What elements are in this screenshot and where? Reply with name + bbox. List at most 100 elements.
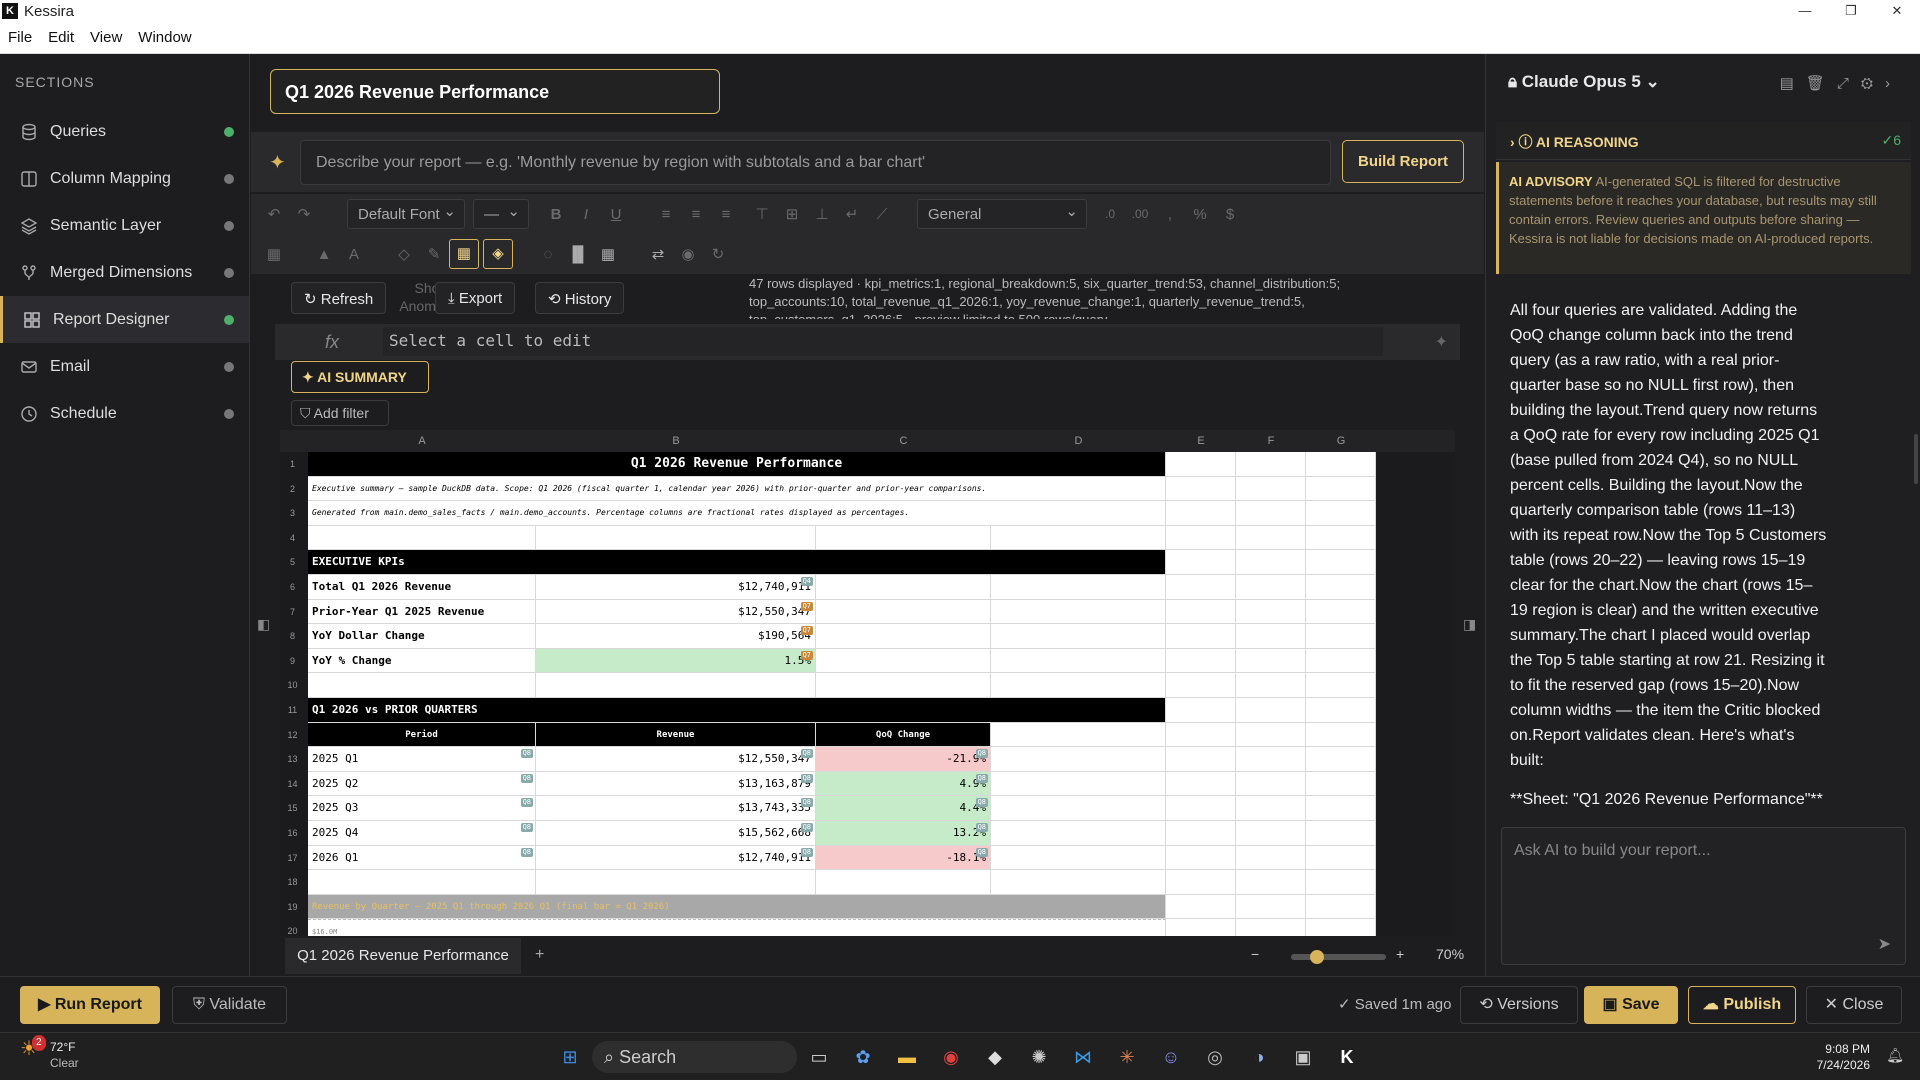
col-header-f[interactable]: F	[1236, 435, 1306, 447]
publish-button[interactable]: ☁ Publish	[1688, 986, 1796, 1024]
sheet-cell[interactable]	[991, 599, 1166, 625]
sheet-cell[interactable]: $13,163,879 Q8	[536, 771, 816, 797]
row-number[interactable]: 15	[280, 796, 305, 821]
sheet-cell[interactable]: 4.4% Q8	[816, 796, 991, 821]
row-number[interactable]: 14	[280, 772, 305, 797]
validate-button[interactable]: ⛨ Validate	[172, 986, 287, 1024]
sheet-cell[interactable]	[1166, 673, 1236, 698]
row-number[interactable]: 6	[280, 575, 305, 600]
kessira-taskbar-icon[interactable]: K	[1325, 1041, 1369, 1073]
sheet-cell[interactable]: 2025 Q2 Q8	[308, 771, 536, 797]
spreadsheet[interactable]: A B C D E F G 1 Q1 2026 Revenue Performan…	[280, 430, 1455, 936]
close-window-icon[interactable]: ✕	[1874, 0, 1920, 22]
collapse-right-icon[interactable]: ◨	[1463, 616, 1476, 633]
row-number[interactable]: 5	[280, 550, 305, 575]
row-number[interactable]: 2	[280, 477, 305, 502]
sheet-cell[interactable]	[1306, 624, 1376, 649]
sheet-cell[interactable]	[816, 575, 991, 600]
sheet-cell[interactable]	[991, 870, 1166, 895]
sheet-cell[interactable]	[1306, 698, 1376, 723]
menu-view[interactable]: View	[82, 29, 130, 46]
row-number[interactable]: 11	[280, 698, 305, 723]
sheet-cell[interactable]	[991, 525, 1166, 551]
trash-icon[interactable]: 🗑︎	[1806, 75, 1837, 92]
sheet-cell[interactable]	[991, 575, 1166, 600]
chevron-right-icon[interactable]: ›	[1885, 75, 1902, 92]
valign-top-icon[interactable]: ⊤	[747, 205, 777, 223]
zoom-out-icon[interactable]: −	[1251, 946, 1259, 962]
sidebar-item-email[interactable]: Email	[0, 343, 249, 390]
col-header-d[interactable]: D	[991, 435, 1166, 447]
model-selector[interactable]: 🔒︎ Claude Opus 5 ⌄	[1508, 72, 1660, 92]
sheet-cell[interactable]	[816, 673, 991, 698]
save-button[interactable]: ▣ Save	[1584, 986, 1678, 1024]
sheet-cell[interactable]	[1166, 648, 1236, 674]
sparkle-icon[interactable]: ✦	[1435, 332, 1448, 352]
swap-icon[interactable]: ⇄	[643, 245, 673, 263]
sheet-cell[interactable]	[1166, 525, 1236, 551]
sheet-cell[interactable]	[1236, 845, 1306, 871]
pivot-icon[interactable]: ▦	[593, 245, 623, 263]
document-icon[interactable]: ▤	[1780, 75, 1806, 92]
sheet-cell[interactable]	[1236, 771, 1306, 797]
row-number[interactable]: 8	[280, 624, 305, 649]
sidebar-item-column-mapping[interactable]: Column Mapping	[0, 155, 249, 202]
claude-icon[interactable]: ✳	[1105, 1041, 1149, 1073]
zoom-slider-knob[interactable]	[1310, 950, 1324, 964]
sheet-cell[interactable]	[991, 722, 1166, 748]
chrome-icon[interactable]: ◉	[929, 1041, 973, 1073]
zoom-in-icon[interactable]: +	[1396, 946, 1404, 962]
sidebar-item-semantic-layer[interactable]: Semantic Layer	[0, 202, 249, 249]
row-number[interactable]: 7	[280, 600, 305, 625]
sheet-cell[interactable]	[1236, 452, 1306, 477]
sidebar-item-queries[interactable]: Queries	[0, 108, 249, 155]
sheet-cell[interactable]	[1236, 722, 1306, 748]
sheet-cell[interactable]	[1236, 476, 1306, 502]
sheet-cell[interactable]: Total Q1 2026 Revenue	[308, 575, 536, 600]
row-number[interactable]: 3	[280, 501, 305, 526]
sheet-cell[interactable]: Period	[308, 722, 536, 748]
sheet-cell[interactable]	[1236, 550, 1306, 575]
currency-icon[interactable]: $	[1215, 206, 1245, 223]
assistant-icon[interactable]: ◑	[1237, 1041, 1281, 1073]
tag-icon[interactable]: ◈	[483, 239, 513, 269]
sheet-cell[interactable]	[1306, 648, 1376, 674]
sheet-cell[interactable]: -18.1% Q8	[816, 845, 991, 871]
sheet-cell[interactable]	[816, 525, 991, 551]
file-explorer-icon[interactable]: ▬	[885, 1041, 929, 1073]
task-view-icon[interactable]: ▭	[797, 1041, 841, 1073]
vscode-icon[interactable]: ⋈	[1061, 1041, 1105, 1073]
sheet-cell[interactable]	[816, 648, 991, 674]
sheet-cell[interactable]	[308, 673, 536, 698]
row-number[interactable]: 10	[280, 673, 305, 698]
sheet-cell[interactable]	[1166, 452, 1236, 477]
maximize-icon[interactable]: ❐	[1828, 0, 1874, 22]
sheet-cell[interactable]: 1.5% Q7	[536, 648, 816, 674]
ai-reasoning-toggle[interactable]: › ⓘ AI REASONING ✓6	[1496, 122, 1911, 160]
sheet-cell[interactable]	[1166, 624, 1236, 649]
font-select[interactable]: Default Font	[347, 199, 465, 229]
sheet-cell[interactable]: $12,740,911 Q8	[536, 845, 816, 871]
row-number[interactable]: 18	[280, 870, 305, 895]
sheet-cell[interactable]	[1166, 575, 1236, 600]
formula-input[interactable]: Select a cell to edit	[383, 327, 1383, 356]
sheet-cell[interactable]: Revenue by Quarter — 2025 Q1 through 202…	[308, 894, 1166, 920]
report-prompt-input[interactable]: Describe your report — e.g. 'Monthly rev…	[300, 140, 1331, 185]
panel-scrollbar[interactable]	[1914, 434, 1918, 484]
col-header-e[interactable]: E	[1166, 435, 1236, 447]
align-left-icon[interactable]: ≡	[651, 206, 681, 223]
row-number[interactable]: 12	[280, 723, 305, 748]
sheet-cell[interactable]	[1306, 919, 1376, 936]
sheet-cell[interactable]: Generated from main.demo_sales_facts / m…	[308, 501, 1166, 526]
fill-color-icon[interactable]: ▲	[309, 246, 339, 263]
refresh-button[interactable]: ↻ Refresh	[291, 282, 387, 314]
chatgpt-icon[interactable]: ✺	[1017, 1041, 1061, 1073]
report-title-input[interactable]: Q1 2026 Revenue Performance	[270, 69, 720, 114]
ask-ai-input[interactable]: Ask AI to build your report... ➤	[1501, 827, 1906, 965]
sheet-cell[interactable]: QoQ Change	[816, 722, 991, 748]
menu-window[interactable]: Window	[130, 29, 199, 46]
discord-icon[interactable]: ☺	[1149, 1041, 1193, 1073]
wrap-icon[interactable]: ↵	[837, 205, 867, 223]
sheet-cell[interactable]	[1306, 525, 1376, 551]
sheet-cell[interactable]	[1306, 894, 1376, 920]
